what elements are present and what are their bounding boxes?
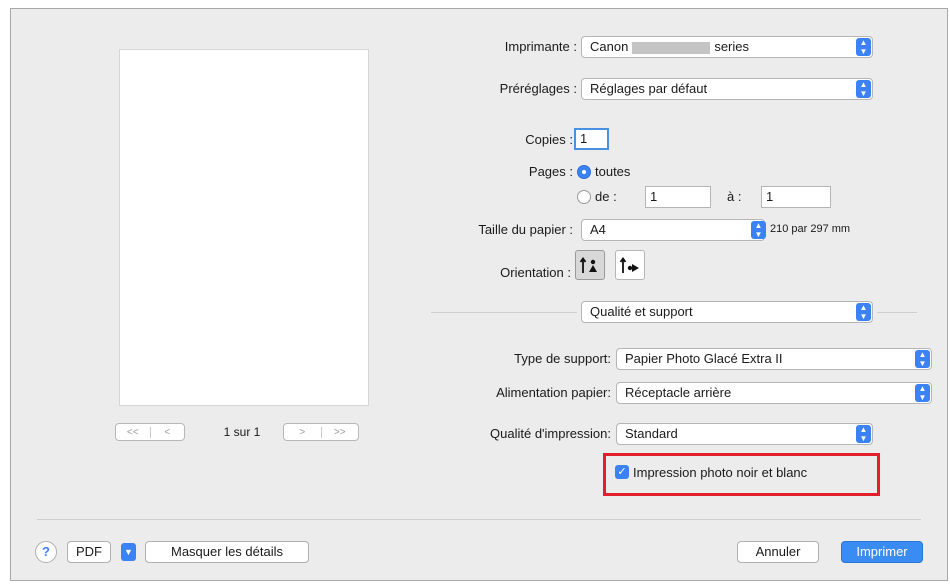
paper-size-popup[interactable]: A4	[581, 219, 765, 241]
pdf-button[interactable]: PDF	[67, 541, 111, 563]
last-page-button[interactable]: >>	[320, 426, 359, 438]
orientation-label: Orientation :	[500, 265, 571, 280]
chevron-updown-icon[interactable]: ▲ ▼	[751, 221, 766, 239]
print-dialog: << < 1 sur 1 > >> Imprimante : Canon seri…	[10, 8, 948, 581]
first-page-button[interactable]: <<	[116, 427, 150, 438]
paper-source-popup[interactable]: Réceptacle arrière	[616, 382, 932, 404]
pages-to-label: à :	[727, 189, 742, 204]
redacted-model	[632, 41, 711, 54]
print-button[interactable]: Imprimer	[841, 541, 923, 563]
printer-name-suffix: series	[714, 39, 749, 54]
page-indicator: 1 sur 1	[223, 425, 261, 439]
next-page-button[interactable]: >	[284, 427, 321, 438]
chevron-updown-icon[interactable]: ▲ ▼	[915, 384, 930, 402]
cancel-button[interactable]: Annuler	[737, 541, 819, 563]
printer-popup[interactable]: Canon series	[581, 36, 873, 58]
landscape-icon	[619, 256, 639, 273]
pages-all-label: toutes	[595, 164, 631, 179]
grayscale-label: Impression photo noir et blanc	[633, 465, 808, 480]
pages-all-radio[interactable]	[577, 165, 591, 179]
portrait-icon	[579, 256, 597, 273]
footer-divider	[37, 519, 921, 520]
print-quality-label: Qualité d'impression:	[490, 426, 611, 441]
chevron-updown-icon[interactable]: ▲ ▼	[856, 303, 871, 321]
help-button[interactable]: ?	[35, 541, 57, 563]
pages-label: Pages :	[528, 164, 573, 179]
pages-from-label: de :	[595, 189, 617, 204]
orientation-portrait-button[interactable]	[575, 250, 605, 280]
pager-back-buttons: << <	[115, 423, 185, 441]
chevron-down-icon[interactable]: ▼	[121, 543, 136, 561]
section-divider-left	[431, 312, 577, 313]
paper-size-label: Taille du papier :	[478, 222, 573, 237]
pages-range-radio[interactable]	[577, 190, 591, 204]
media-type-label: Type de support:	[514, 351, 611, 366]
pages-to-field[interactable]: 1	[761, 186, 831, 208]
presets-label: Préréglages :	[499, 81, 577, 96]
printer-label: Imprimante :	[504, 39, 577, 54]
pages-from-field[interactable]: 1	[645, 186, 711, 208]
media-type-popup[interactable]: Papier Photo Glacé Extra II	[616, 348, 932, 370]
previous-page-button[interactable]: <	[149, 426, 185, 438]
chevron-updown-icon[interactable]: ▲ ▼	[856, 425, 871, 443]
page-preview	[119, 49, 369, 406]
section-divider-right	[877, 312, 917, 313]
panel-select-popup[interactable]: Qualité et support	[581, 301, 873, 323]
copies-field[interactable]: 1	[574, 128, 609, 150]
chevron-updown-icon[interactable]: ▲ ▼	[856, 38, 871, 56]
paper-source-label: Alimentation papier:	[496, 385, 611, 400]
hide-details-button[interactable]: Masquer les détails	[145, 541, 309, 563]
chevron-updown-icon[interactable]: ▲ ▼	[856, 80, 871, 98]
print-quality-popup[interactable]: Standard	[616, 423, 873, 445]
pager-forward-buttons: > >>	[283, 423, 359, 441]
presets-popup[interactable]: Réglages par défaut	[581, 78, 873, 100]
copies-label: Copies :	[525, 132, 573, 147]
printer-name-prefix: Canon	[590, 39, 629, 54]
paper-dimensions: 210 par 297 mm	[770, 223, 851, 235]
orientation-landscape-button[interactable]	[615, 250, 645, 280]
grayscale-checkbox[interactable]: ✓	[615, 465, 629, 479]
chevron-updown-icon[interactable]: ▲ ▼	[915, 350, 930, 368]
